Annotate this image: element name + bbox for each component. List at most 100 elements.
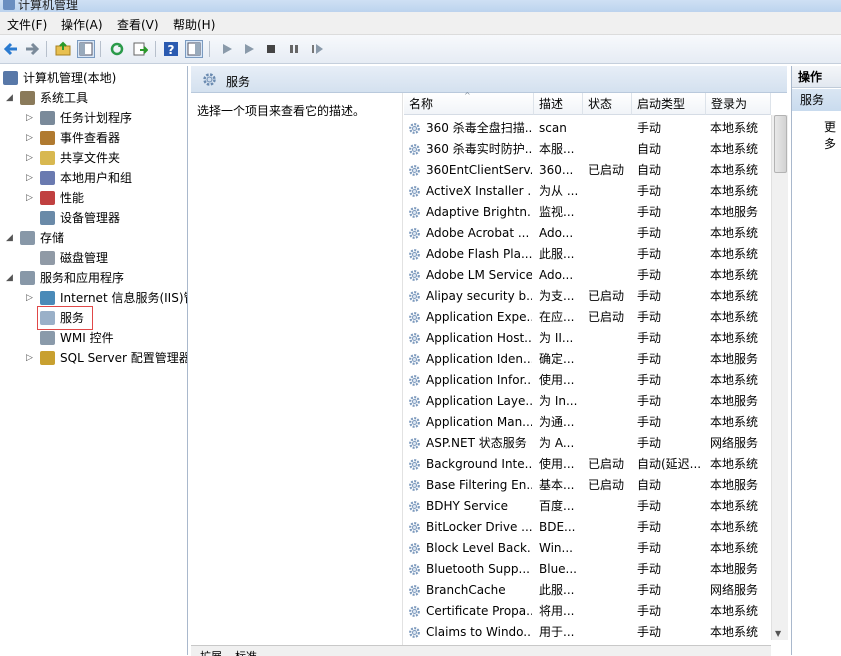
device-manager-icon (40, 211, 55, 225)
tree-collapse-arrow-icon[interactable]: ◢ (6, 88, 13, 108)
tree-node[interactable]: 服务 (0, 308, 187, 328)
column-header-description[interactable]: 描述 (534, 93, 583, 115)
tree-node[interactable]: 磁盘管理 (0, 248, 187, 268)
service-startup-type: 手动 (637, 583, 662, 597)
tree-collapse-arrow-icon[interactable]: ◢ (6, 268, 13, 288)
service-row[interactable]: Application Host... 为 II... 手动 本地系统 (404, 328, 774, 349)
menu-file[interactable]: 文件(F) (7, 16, 47, 33)
tree-node-label: 任务计划程序 (60, 111, 133, 125)
service-row[interactable]: Certificate Propa... 将用... 手动 本地系统 (404, 601, 774, 622)
service-startup-type: 手动 (637, 436, 662, 450)
service-startup-type: 手动 (637, 121, 662, 135)
service-logon-as: 本地服务 (710, 205, 759, 219)
refresh-icon[interactable] (108, 40, 126, 58)
scrollbar-thumb[interactable] (774, 115, 787, 173)
service-row[interactable]: BranchCache 此服... 手动 网络服务 (404, 580, 774, 601)
service-row[interactable]: 360EntClientServ... 360... 已启动 自动 本地系统 (404, 160, 774, 181)
service-gear-icon (409, 417, 420, 428)
tree-node[interactable]: ▷ 本地用户和组 (0, 168, 187, 188)
tree-expand-arrow-icon[interactable]: ▷ (26, 288, 33, 308)
service-row[interactable]: Background Inte... 使用... 已启动 自动(延迟... 本地系统 (404, 454, 774, 475)
service-row[interactable]: Application Iden... 确定... 手动 本地服务 (404, 349, 774, 370)
show-hide-action-pane-icon[interactable] (185, 40, 203, 58)
service-row[interactable]: Adobe LM Service Ado... 手动 本地系统 (404, 265, 774, 286)
window-title: 计算机管理 (18, 0, 79, 12)
tree-expand-arrow-icon[interactable]: ▷ (26, 108, 33, 128)
service-row[interactable]: Application Expe... 在应... 已启动 手动 本地系统 (404, 307, 774, 328)
stop-service-icon[interactable] (262, 40, 280, 58)
service-row[interactable]: ActiveX Installer ... 为从 ... 手动 本地系统 (404, 181, 774, 202)
service-row[interactable]: Adaptive Brightn... 监视... 手动 本地服务 (404, 202, 774, 223)
service-name: Adaptive Brightn... (426, 205, 532, 219)
menu-view[interactable]: 查看(V) (117, 16, 159, 33)
tree-expand-arrow-icon[interactable]: ▷ (26, 188, 33, 208)
tree-expand-arrow-icon[interactable]: ▷ (26, 128, 33, 148)
column-header-startup-type[interactable]: 启动类型 (632, 93, 706, 115)
tree-node[interactable]: ▷ Internet 信息服务(IIS)管 (0, 288, 187, 308)
service-row[interactable]: Alipay security b... 为支... 已启动 手动 本地系统 (404, 286, 774, 307)
tree-node[interactable]: ▷ SQL Server 配置管理器 (0, 348, 187, 368)
service-row[interactable]: Application Infor... 使用... 手动 本地系统 (404, 370, 774, 391)
shared-folder-icon (40, 151, 55, 165)
services-header-gear-icon (203, 73, 216, 86)
menu-action[interactable]: 操作(A) (61, 16, 103, 33)
description-column (191, 93, 403, 653)
actions-section-services[interactable]: 服务 (792, 89, 841, 111)
tree-node[interactable]: ▷ 任务计划程序 (0, 108, 187, 128)
service-row[interactable]: Application Laye... 为 In... 手动 本地服务 (404, 391, 774, 412)
service-row[interactable]: Base Filtering En... 基本... 已启动 自动 本地服务 (404, 475, 774, 496)
service-row[interactable]: BDHY Service 百度... 手动 本地系统 (404, 496, 774, 517)
service-row[interactable]: Claims to Windo... 用于... 手动 本地系统 (404, 622, 774, 643)
tree-node[interactable]: ◢ 存储 (0, 228, 187, 248)
column-header-status[interactable]: 状态 (583, 93, 632, 115)
column-header-name[interactable]: 名称 ^ (404, 91, 534, 115)
service-startup-type: 手动 (637, 226, 662, 240)
vertical-scrollbar[interactable]: ▼ (771, 115, 788, 640)
up-folder-icon[interactable] (54, 40, 72, 58)
service-row[interactable]: Adobe Flash Pla... 此服... 手动 本地系统 (404, 244, 774, 265)
tree-node[interactable]: ◢ 服务和应用程序 (0, 268, 187, 288)
service-description: 基本... (539, 478, 575, 492)
service-description: 为通... (539, 415, 575, 429)
tree-expand-arrow-icon[interactable]: ▷ (26, 168, 33, 188)
service-row[interactable]: Bluetooth Supp... Blue... 手动 本地服务 (404, 559, 774, 580)
tree-node[interactable]: 计算机管理(本地) (0, 68, 187, 88)
service-row[interactable]: Application Man... 为通... 手动 本地系统 (404, 412, 774, 433)
tree-collapse-arrow-icon[interactable]: ◢ (6, 228, 13, 248)
back-arrow-icon[interactable] (2, 40, 20, 58)
tree-expand-arrow-icon[interactable]: ▷ (26, 148, 33, 168)
service-logon-as: 本地系统 (710, 457, 759, 471)
service-description: Blue... (539, 562, 577, 576)
start-service-alt-icon[interactable] (240, 40, 258, 58)
tree-node[interactable]: ▷ 共享文件夹 (0, 148, 187, 168)
service-row[interactable]: 360 杀毒实时防护... 本服... 自动 本地系统 (404, 139, 774, 160)
tree-node[interactable]: ▷ 事件查看器 (0, 128, 187, 148)
help-icon[interactable]: ? (162, 40, 180, 58)
service-row[interactable]: 360 杀毒全盘扫描... scan 手动 本地系统 (404, 118, 774, 139)
service-startup-type: 手动 (637, 247, 662, 261)
tree-node[interactable]: 设备管理器 (0, 208, 187, 228)
users-icon (40, 171, 55, 185)
service-row[interactable]: Block Level Back... Win... 手动 本地系统 (404, 538, 774, 559)
restart-service-icon[interactable] (308, 40, 326, 58)
tree-expand-arrow-icon[interactable]: ▷ (26, 348, 33, 368)
actions-more-link[interactable]: 更多 (824, 118, 841, 152)
services-pane-header: 服务 (191, 66, 787, 93)
service-gear-icon (409, 207, 420, 218)
scroll-down-arrow-icon[interactable]: ▼ (775, 629, 781, 638)
menu-help[interactable]: 帮助(H) (173, 16, 215, 33)
export-list-icon[interactable] (131, 40, 149, 58)
tree-node[interactable]: ▷ 性能 (0, 188, 187, 208)
service-name: Adobe Flash Pla... (426, 247, 532, 261)
tree-node[interactable]: WMI 控件 (0, 328, 187, 348)
forward-arrow-icon[interactable] (23, 40, 41, 58)
service-row[interactable]: BitLocker Drive ... BDE... 手动 本地系统 (404, 517, 774, 538)
pause-service-icon[interactable] (285, 40, 303, 58)
show-hide-tree-icon[interactable] (77, 40, 95, 58)
service-row[interactable]: Adobe Acrobat ... Ado... 手动 本地系统 (404, 223, 774, 244)
start-service-icon[interactable] (218, 40, 236, 58)
service-row[interactable]: ASP.NET 状态服务为 A... 手动 网络服务 (404, 433, 774, 454)
tree-node[interactable]: ◢ 系统工具 (0, 88, 187, 108)
column-header-logon-as[interactable]: 登录为 (706, 93, 771, 115)
tree-node-label: 性能 (60, 191, 85, 205)
